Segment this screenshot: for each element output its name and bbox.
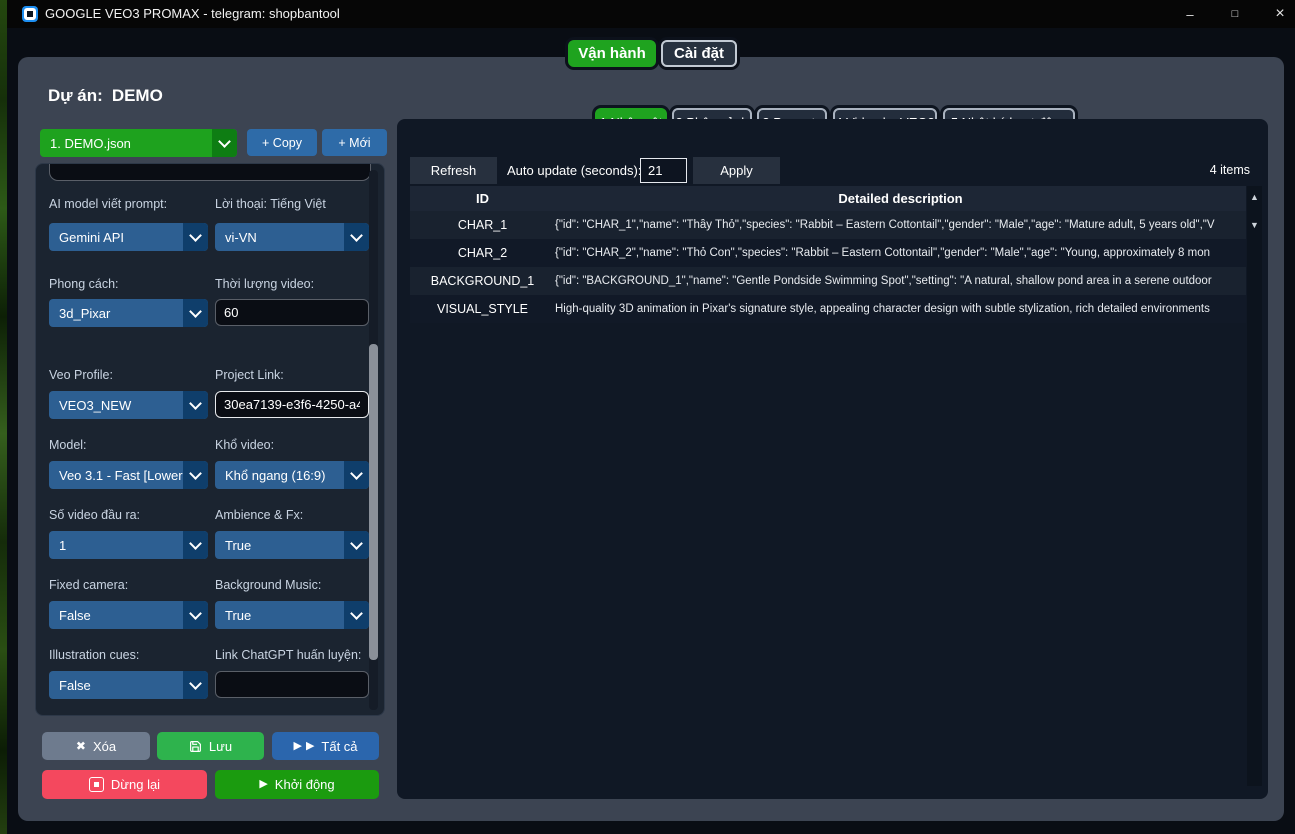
model-select[interactable]: Veo 3.1 - Fast [Lower	[49, 461, 208, 489]
field-label: Lời thoại: Tiếng Việt	[215, 197, 326, 211]
play-icon: ▶	[306, 741, 314, 752]
style-select[interactable]: 3d_Pixar	[49, 299, 208, 327]
chevron-down-icon	[344, 531, 369, 559]
items-count: 4 items	[1210, 157, 1250, 184]
chevron-down-icon	[183, 223, 208, 251]
scroll-up-icon[interactable]: ▲	[1247, 189, 1262, 204]
chevron-down-icon	[344, 601, 369, 629]
chevron-down-icon	[344, 461, 369, 489]
table-header: ID Detailed description	[410, 186, 1246, 211]
save-button[interactable]: Lưu	[157, 732, 264, 760]
row-description: {"id": "BACKGROUND_1","name": "Gentle Po…	[555, 275, 1246, 287]
column-header-description: Detailed description	[555, 191, 1246, 206]
chevron-down-icon	[183, 531, 208, 559]
project-file-select[interactable]: 1. DEMO.json	[40, 129, 237, 157]
row-id: VISUAL_STYLE	[410, 302, 555, 316]
stop-button[interactable]: Dừng lại	[42, 770, 207, 799]
table-panel: Refresh Auto update (seconds): Apply 4 i…	[397, 119, 1268, 799]
field-label: Ambience & Fx:	[215, 508, 303, 522]
dialogue-language-select[interactable]: vi-VN	[215, 223, 369, 251]
chatgpt-link-input[interactable]	[215, 671, 369, 698]
field-label: Fixed camera:	[49, 578, 128, 592]
cutoff-text-input[interactable]	[49, 163, 371, 181]
row-id: BACKGROUND_1	[410, 274, 555, 288]
row-id: CHAR_1	[410, 218, 555, 232]
aspect-ratio-select[interactable]: Khổ ngang (16:9)	[215, 461, 369, 489]
project-label: Dự án:	[48, 86, 103, 106]
field-label: Số video đầu ra:	[49, 508, 140, 522]
table-scrollbar[interactable]: ▲ ▼	[1247, 186, 1262, 786]
field-label: Phong cách:	[49, 277, 119, 291]
auto-update-input[interactable]	[640, 158, 687, 183]
table-row[interactable]: CHAR_2 {"id": "CHAR_2","name": "Thỏ Con"…	[410, 239, 1246, 267]
project-header: Dự án: DEMO	[48, 85, 163, 107]
tab-cai-dat[interactable]: Cài đặt	[661, 40, 737, 67]
row-description: {"id": "CHAR_2","name": "Thỏ Con","speci…	[555, 247, 1246, 259]
field-label: Background Music:	[215, 578, 321, 592]
start-button[interactable]: ▶ Khởi động	[215, 770, 379, 799]
chevron-down-icon	[344, 223, 369, 251]
desktop-wallpaper-sliver	[0, 0, 7, 834]
run-all-button[interactable]: ▶ ▶ Tất cả	[272, 732, 379, 760]
chevron-down-icon	[183, 461, 208, 489]
project-name: DEMO	[112, 86, 163, 106]
apply-button[interactable]: Apply	[693, 157, 780, 184]
illustration-cues-select[interactable]: False	[49, 671, 208, 699]
project-link-input[interactable]	[215, 391, 369, 418]
row-id: CHAR_2	[410, 246, 555, 260]
output-count-select[interactable]: 1	[49, 531, 208, 559]
chevron-down-icon	[212, 129, 237, 157]
row-description: {"id": "CHAR_1","name": "Thầy Thỏ","spec…	[555, 219, 1246, 231]
play-icon: ▶	[259, 779, 267, 790]
save-icon	[189, 740, 202, 753]
field-label: Project Link:	[215, 368, 284, 382]
field-label: Thời lượng video:	[215, 277, 314, 291]
chevron-down-icon	[183, 671, 208, 699]
field-label: Khổ video:	[215, 438, 274, 452]
window-title: GOOGLE VEO3 PROMAX - telegram: shopbanto…	[45, 0, 340, 28]
fixed-camera-select[interactable]: False	[49, 601, 208, 629]
field-label: Model:	[49, 438, 87, 452]
refresh-button[interactable]: Refresh	[410, 157, 497, 184]
background-music-select[interactable]: True	[215, 601, 369, 629]
column-header-id: ID	[410, 191, 555, 206]
ambience-fx-select[interactable]: True	[215, 531, 369, 559]
table-row[interactable]: CHAR_1 {"id": "CHAR_1","name": "Thầy Thỏ…	[410, 211, 1246, 239]
project-file-value: 1. DEMO.json	[40, 129, 212, 157]
maximize-button[interactable]: □	[1215, 0, 1255, 28]
close-button[interactable]: ×	[1260, 0, 1295, 28]
duration-input[interactable]	[215, 299, 369, 326]
field-label: Illustration cues:	[49, 648, 139, 662]
chevron-down-icon	[183, 299, 208, 327]
field-label: Link ChatGPT huấn luyện:	[215, 648, 361, 662]
field-label: Veo Profile:	[49, 368, 113, 382]
copy-button[interactable]: + Copy	[247, 129, 317, 156]
chevron-down-icon	[183, 601, 208, 629]
field-label: AI model viết prompt:	[49, 197, 167, 211]
row-description: High-quality 3D animation in Pixar's sig…	[555, 303, 1246, 315]
stop-icon	[89, 777, 104, 792]
auto-update-label: Auto update (seconds):	[507, 157, 641, 184]
app-icon	[22, 6, 38, 22]
title-bar: GOOGLE VEO3 PROMAX - telegram: shopbanto…	[7, 0, 1295, 28]
minimize-button[interactable]: –	[1170, 0, 1210, 28]
x-icon: ✖	[76, 739, 86, 753]
form-scrollbar-thumb[interactable]	[369, 344, 378, 660]
table-row[interactable]: BACKGROUND_1 {"id": "BACKGROUND_1","name…	[410, 267, 1246, 295]
form-panel: AI model viết prompt: Lời thoại: Tiếng V…	[35, 163, 385, 716]
table-row[interactable]: VISUAL_STYLE High-quality 3D animation i…	[410, 295, 1246, 323]
play-icon: ▶	[293, 741, 301, 752]
new-button[interactable]: + Mới	[322, 129, 387, 156]
tab-van-hanh[interactable]: Vận hành	[568, 40, 656, 67]
veo-profile-select[interactable]: VEO3_NEW	[49, 391, 208, 419]
delete-button[interactable]: ✖ Xóa	[42, 732, 150, 760]
ai-model-select[interactable]: Gemini API	[49, 223, 208, 251]
chevron-down-icon	[183, 391, 208, 419]
scroll-down-icon[interactable]: ▼	[1247, 217, 1262, 232]
